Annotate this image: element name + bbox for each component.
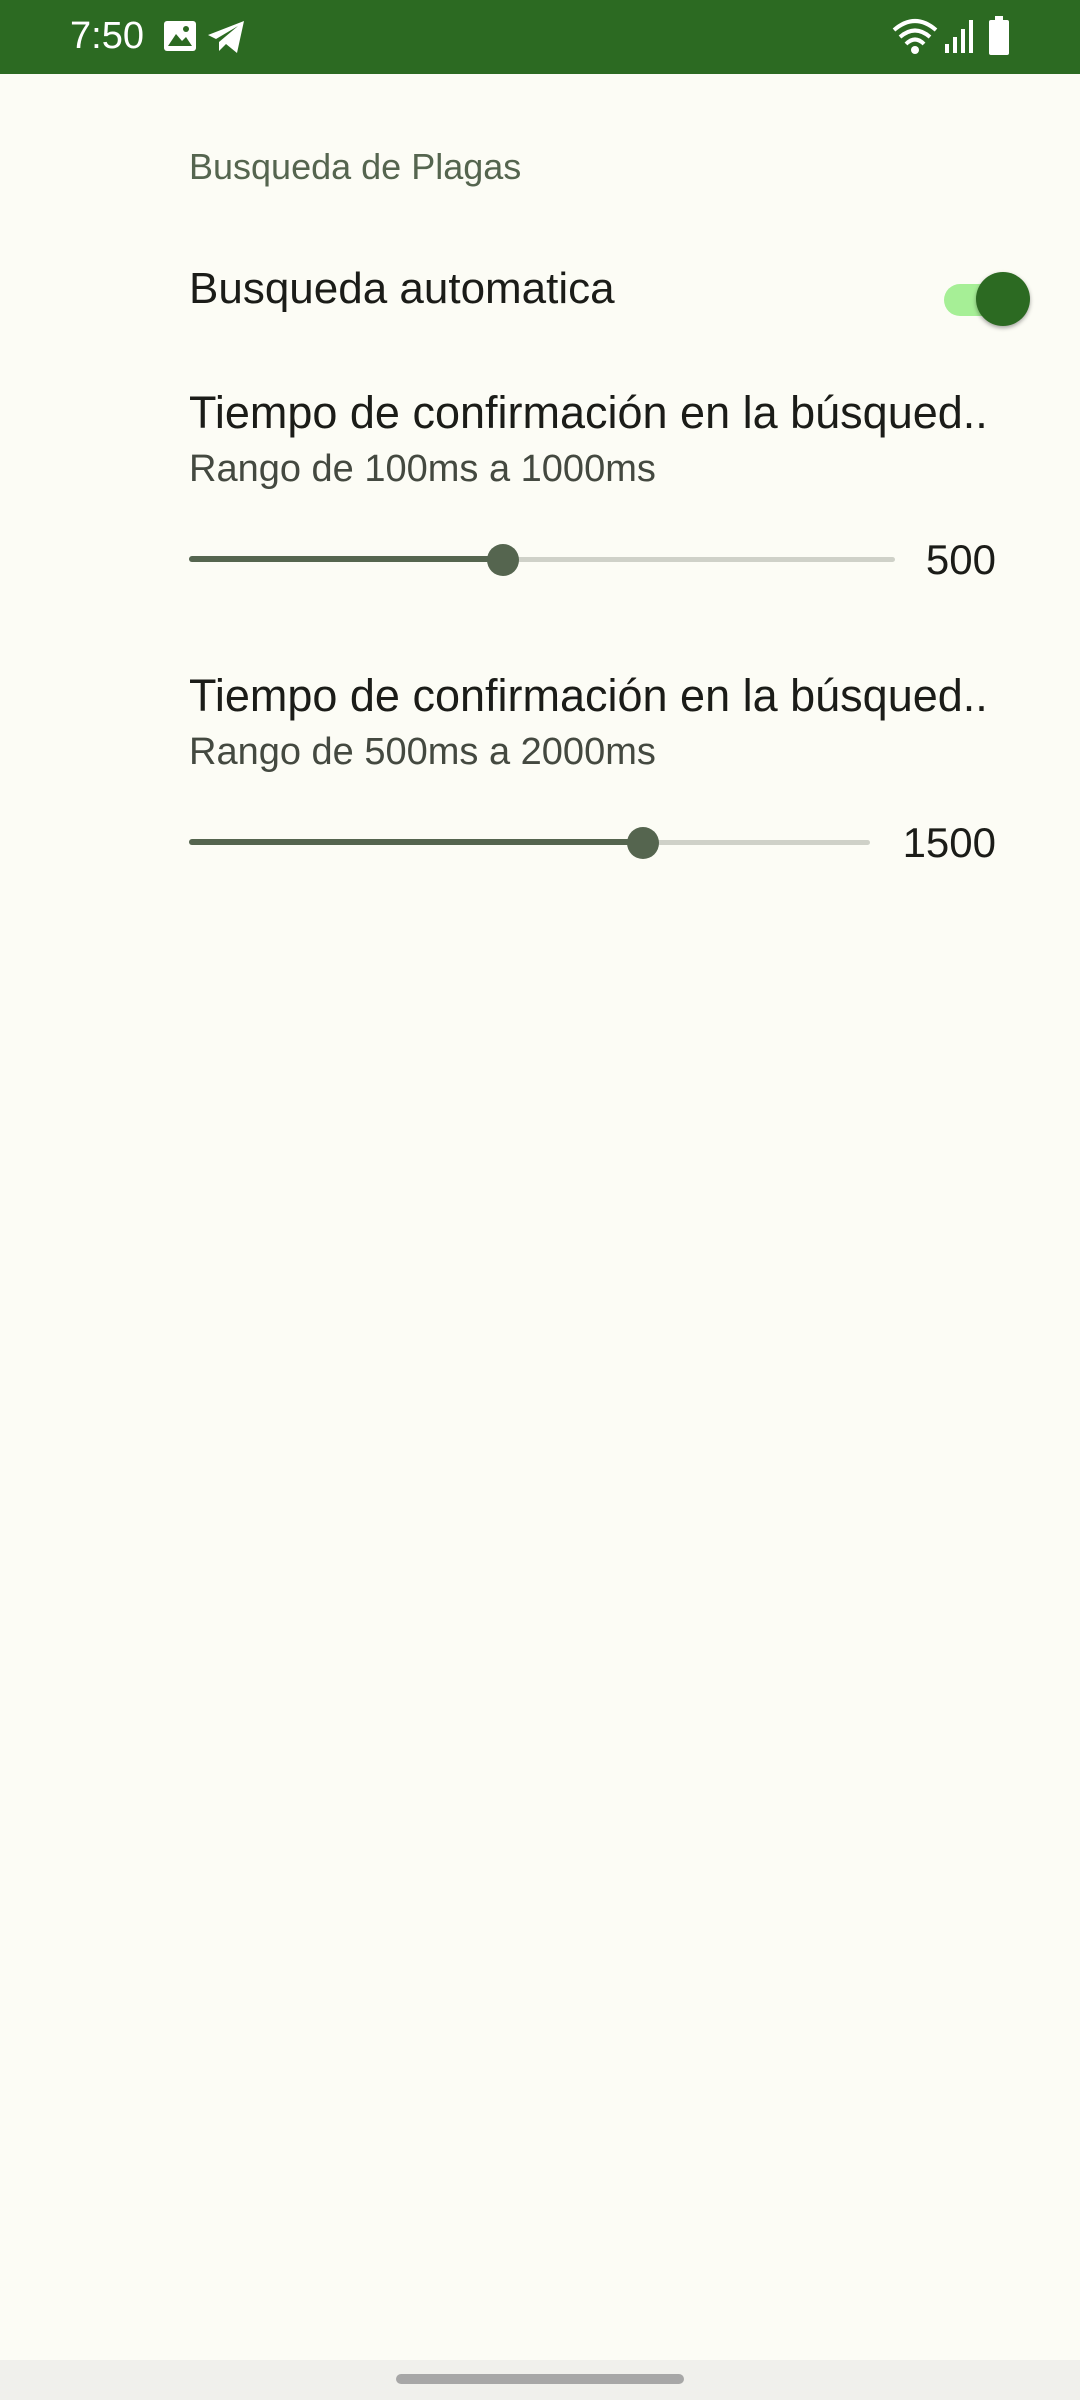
slider-value: 500 — [925, 536, 996, 583]
navigation-bar — [0, 2360, 1080, 2400]
slider-thumb[interactable] — [486, 544, 519, 576]
pref-summary: Rango de 500ms a 2000ms — [189, 731, 656, 773]
auto-search-switch[interactable] — [944, 270, 1030, 326]
confirmation-time-pref-1: Tiempo de confirmación en la búsqued.. R… — [0, 385, 1080, 585]
image-icon — [163, 20, 197, 57]
status-time: 7:50 — [70, 15, 144, 57]
auto-search-row[interactable]: Busqueda automatica — [0, 250, 1080, 330]
pref-summary: Rango de 100ms a 1000ms — [189, 448, 656, 490]
pref-title: Tiempo de confirmación en la búsqued.. — [189, 387, 988, 438]
home-handle[interactable] — [396, 2374, 684, 2384]
section-title: Busqueda de Plagas — [189, 146, 522, 187]
pref-title: Tiempo de confirmación en la búsqued.. — [189, 670, 988, 721]
auto-search-label: Busqueda automatica — [189, 264, 615, 313]
confirmation-time-slider-1[interactable] — [189, 540, 895, 580]
battery-icon — [988, 16, 1010, 61]
signal-icon — [944, 18, 976, 59]
slider-value: 1500 — [902, 819, 996, 866]
slider-thumb[interactable] — [627, 827, 659, 859]
status-bar: 7:50 — [0, 0, 1080, 74]
wifi-icon — [892, 18, 938, 59]
telegram-icon — [207, 20, 245, 59]
slider-active-track — [189, 556, 503, 562]
confirmation-time-pref-2: Tiempo de confirmación en la búsqued.. R… — [0, 668, 1080, 868]
confirmation-time-slider-2[interactable] — [189, 823, 870, 863]
slider-active-track — [189, 839, 643, 845]
switch-thumb[interactable] — [976, 272, 1030, 326]
